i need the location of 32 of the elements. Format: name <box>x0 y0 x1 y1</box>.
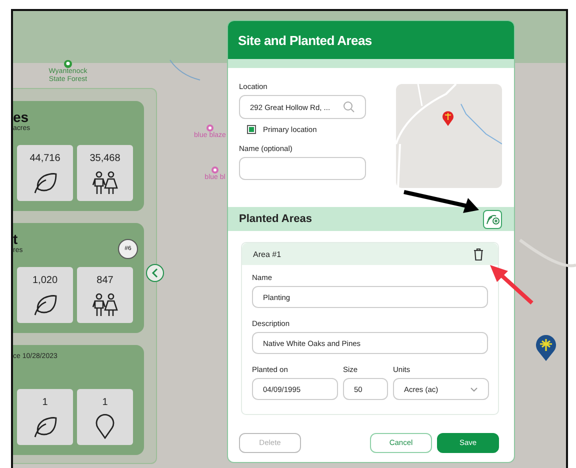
people-icon <box>91 171 119 195</box>
card-title: t <box>13 231 19 247</box>
chevron-left-icon <box>151 268 159 278</box>
leaf-add-icon <box>486 214 500 224</box>
dialog-title: Site and Planted Areas <box>238 32 372 48</box>
search-icon <box>343 101 355 113</box>
checkbox[interactable] <box>247 125 256 134</box>
stat-value: 1 <box>42 397 48 408</box>
card-title: es <box>13 109 30 125</box>
leaf-icon <box>32 415 58 439</box>
stat-value: 1 <box>102 397 108 408</box>
caret-icon <box>470 386 478 392</box>
stat-value: 44,716 <box>30 153 60 164</box>
tree-icon <box>64 60 72 68</box>
section-title: Planted Areas <box>239 213 312 225</box>
stat-value: 35,468 <box>90 153 120 164</box>
name-input-field[interactable] <box>239 157 366 180</box>
stream-line <box>170 60 200 80</box>
area-title: Area #1 <box>253 250 282 258</box>
road-line <box>519 238 576 268</box>
stat-value: 847 <box>96 275 114 286</box>
delete-icon[interactable] <box>473 248 484 260</box>
trail-marker-icon <box>211 166 219 174</box>
add-area-button[interactable] <box>483 210 502 228</box>
map-pin-icon[interactable] <box>535 334 557 362</box>
annotation-arrow <box>490 265 534 304</box>
leaf-icon <box>32 293 58 317</box>
leaf-icon <box>32 171 58 195</box>
people-icon <box>91 293 119 317</box>
stat-value: 1,020 <box>32 275 58 286</box>
location-pin-icon <box>95 413 115 439</box>
trail-marker-icon <box>206 124 214 132</box>
